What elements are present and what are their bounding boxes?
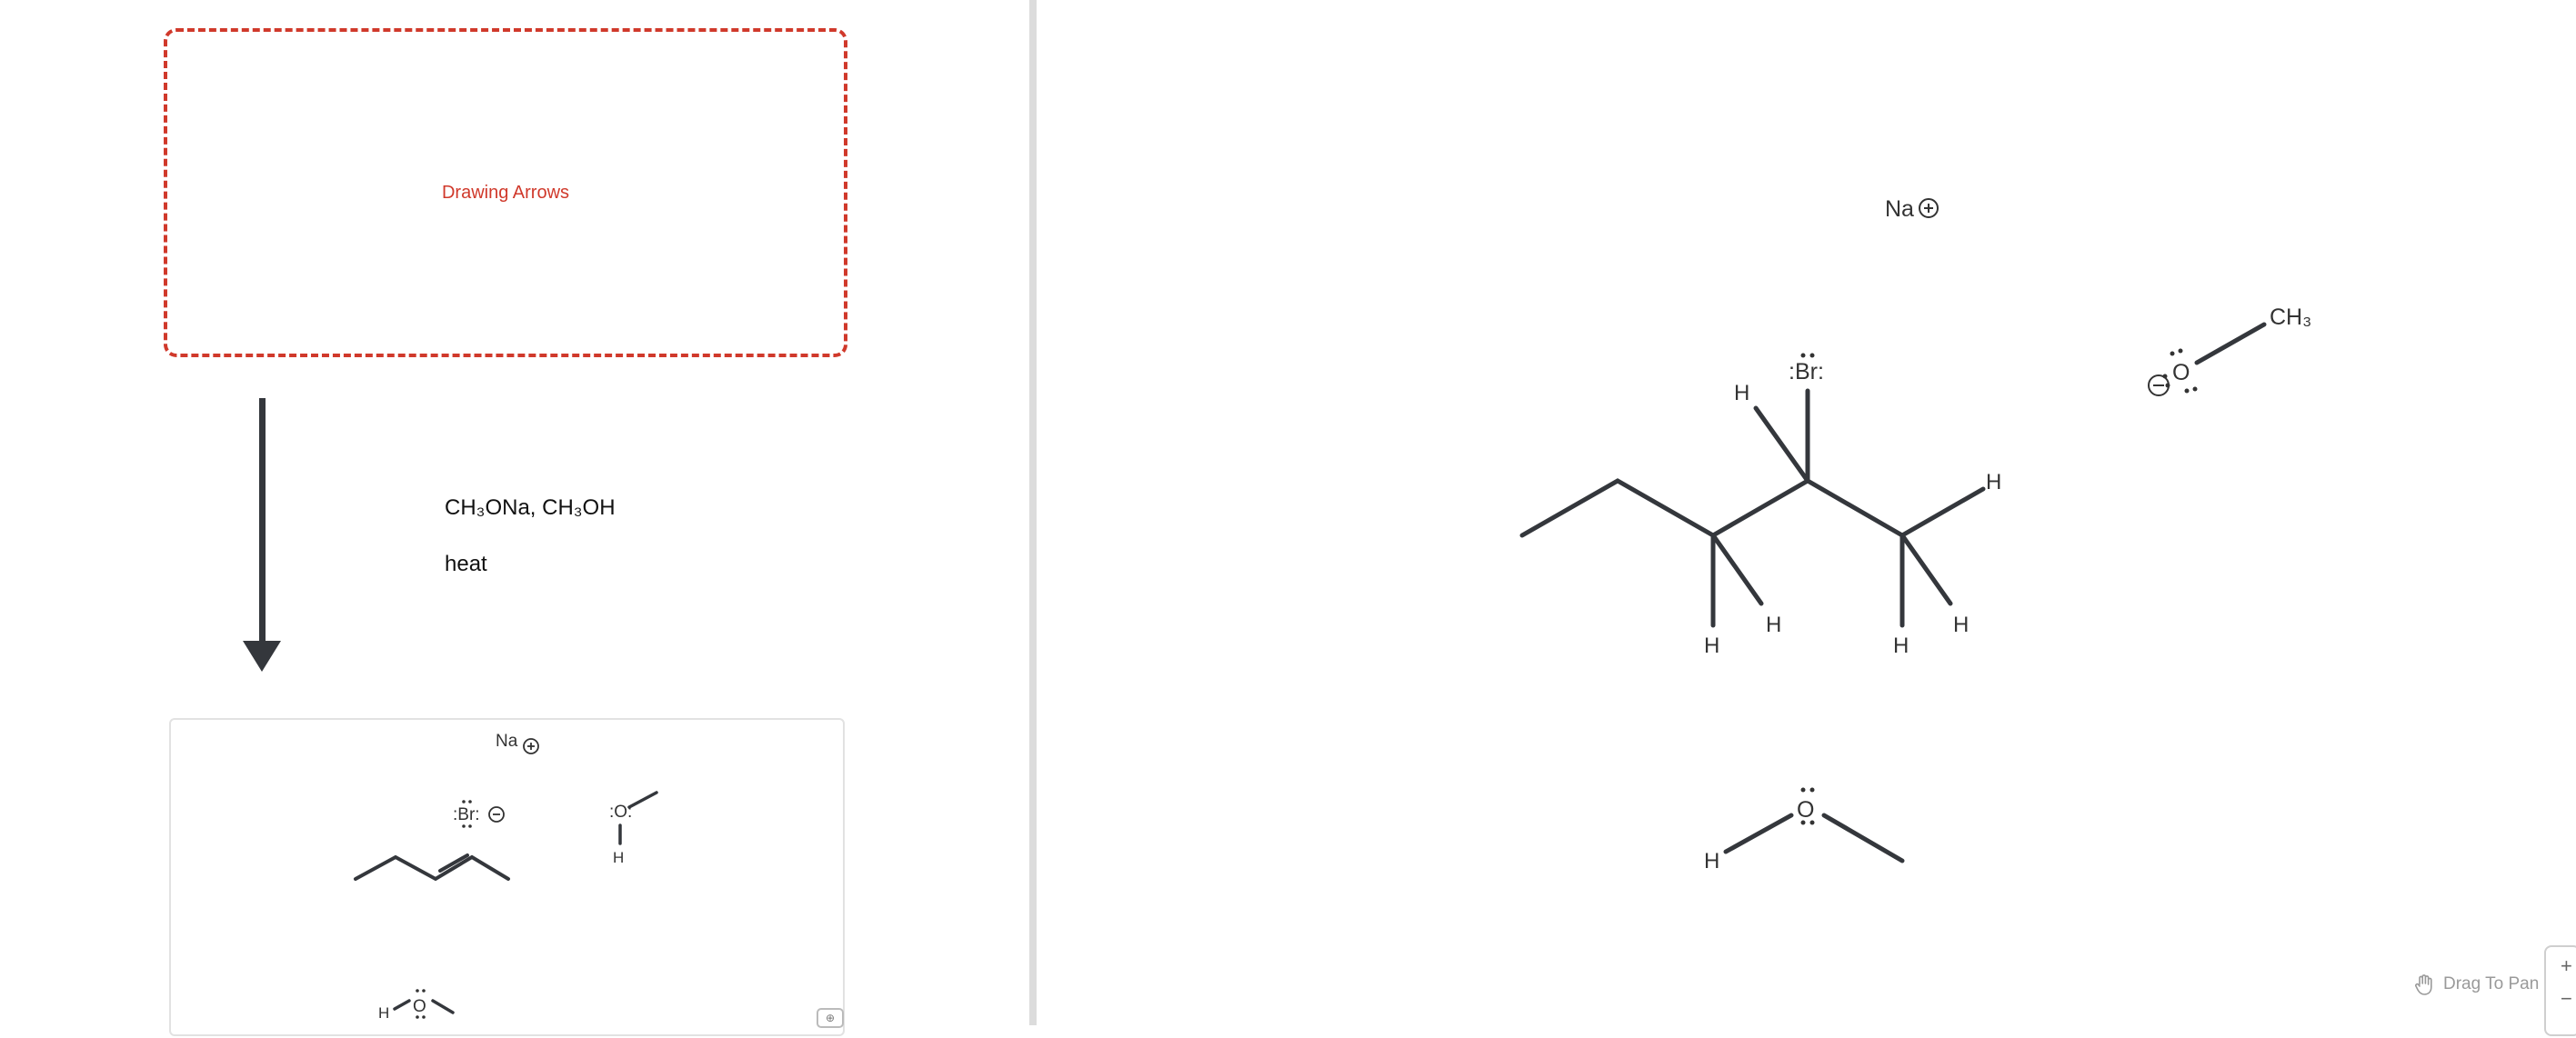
h-label-2[interactable]: H (1986, 470, 2001, 494)
drawing-canvas[interactable]: Na :Br: H H H H H H O CH₃ O H Drag To Pa… (1037, 0, 2576, 1025)
reaction-panel: Drawing Arrows CH₃ONa, CH₃OH heat Na :Br… (0, 0, 1029, 1036)
drag-hint-label: Drag To Pan (2443, 974, 2540, 993)
h-label-3[interactable]: H (1704, 634, 1719, 658)
product-preview-box[interactable]: Na :Br: :O: H O H (169, 718, 845, 1036)
panel-divider[interactable] (1029, 0, 1037, 1025)
reaction-arrow-shaft (259, 398, 266, 645)
drag-to-pan-hint: Drag To Pan (2412, 973, 2539, 996)
product-structures: Na :Br: :O: H O H (354, 732, 658, 1022)
byproduct-o-label: :O: (609, 803, 632, 822)
heat-condition: heat (445, 552, 487, 576)
minus-charge-icon (488, 806, 505, 823)
methanol-o-label[interactable]: O (1797, 797, 1814, 823)
plus-charge-icon (523, 738, 539, 754)
alkyl-bromide-bonds (1519, 388, 1986, 628)
byproduct-h-label: H (613, 849, 624, 866)
methoxide-bond (2194, 322, 2267, 365)
zoom-out-button[interactable]: − (2561, 987, 2572, 1011)
methoxide-ch3-label[interactable]: CH₃ (2270, 304, 2311, 330)
methoxide-o-label[interactable]: O (2172, 360, 2190, 385)
canvas-bromine-label[interactable]: :Br: (1789, 359, 1824, 384)
drawing-arrows-drop-zone[interactable]: Drawing Arrows (164, 28, 847, 357)
product-na-label: Na (496, 732, 518, 751)
product-bromide-label: :Br: (453, 805, 480, 824)
reagent-condition: CH₃ONa, CH₃OH (445, 495, 616, 520)
h-label-1[interactable]: H (1734, 381, 1749, 405)
alkene-product (354, 853, 510, 882)
h-label-6[interactable]: H (1953, 613, 1969, 637)
plus-charge-icon (1919, 198, 1939, 218)
methanol-h-label[interactable]: H (1704, 849, 1719, 873)
canvas-na-label[interactable]: Na (1885, 196, 1914, 222)
reactant-structures: Na :Br: H H H H H H O CH₃ O H (1519, 196, 2311, 873)
reaction-arrow-head (243, 641, 281, 672)
methanol-o-label: O (413, 997, 426, 1016)
drop-zone-label: Drawing Arrows (441, 182, 570, 203)
h-label-5[interactable]: H (1893, 634, 1909, 658)
hand-icon (2415, 974, 2432, 995)
bromine-lone-pairs-icon (1800, 353, 1815, 358)
zoom-in-button[interactable]: + (2561, 954, 2572, 978)
zoom-controls: + − (2544, 945, 2576, 1036)
h-label-4[interactable]: H (1766, 613, 1781, 637)
methanol-h-label: H (378, 1004, 389, 1022)
